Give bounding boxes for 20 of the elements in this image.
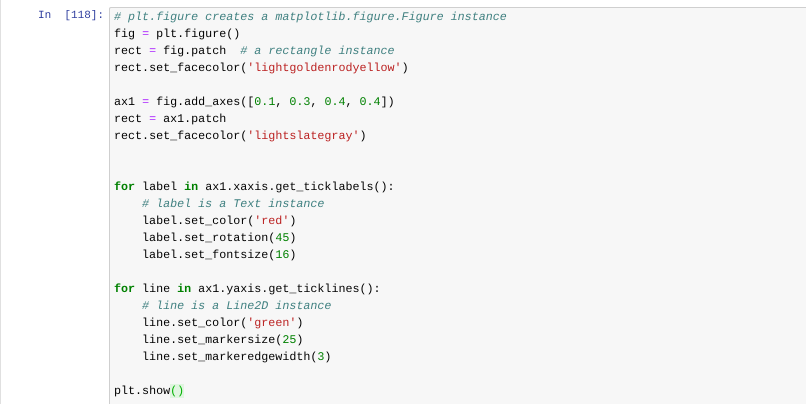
code-line: ax1 = fig.add_axes([0.1, 0.3, 0.4, 0.4]) [114,94,395,111]
code-line: # plt.figure creates a matplotlib.figure.Figure instance [114,9,507,26]
code-line: line.set_markersize(25) [142,332,304,349]
code-line: plt.show() [114,383,184,400]
code-line: line.set_color('green') [142,315,304,332]
code-line: line.set_markeredgewidth(3) [142,349,332,366]
code-editor[interactable] [109,7,806,404]
code-line: for label in ax1.xaxis.get_ticklabels(): [114,179,395,196]
code-line: rect = ax1.patch [114,111,226,128]
code-line: # line is a Line2D instance [142,298,332,315]
code-line: fig = plt.figure() [114,26,240,43]
code-line: label.set_color('red') [142,213,296,230]
code-line: rect.set_facecolor('lightgoldenrodyellow') [114,60,409,77]
code-line: label.set_rotation(45) [142,230,296,247]
input-prompt: In [118]: [36,9,105,24]
code-line: rect.set_facecolor('lightslategray') [114,128,366,145]
code-line: rect = fig.patch # a rectangle instance [114,43,395,60]
code-line: for line in ax1.yaxis.get_ticklines(): [114,281,381,298]
code-line: # label is a Text instance [142,196,324,213]
code-line: label.set_fontsize(16) [142,247,296,264]
